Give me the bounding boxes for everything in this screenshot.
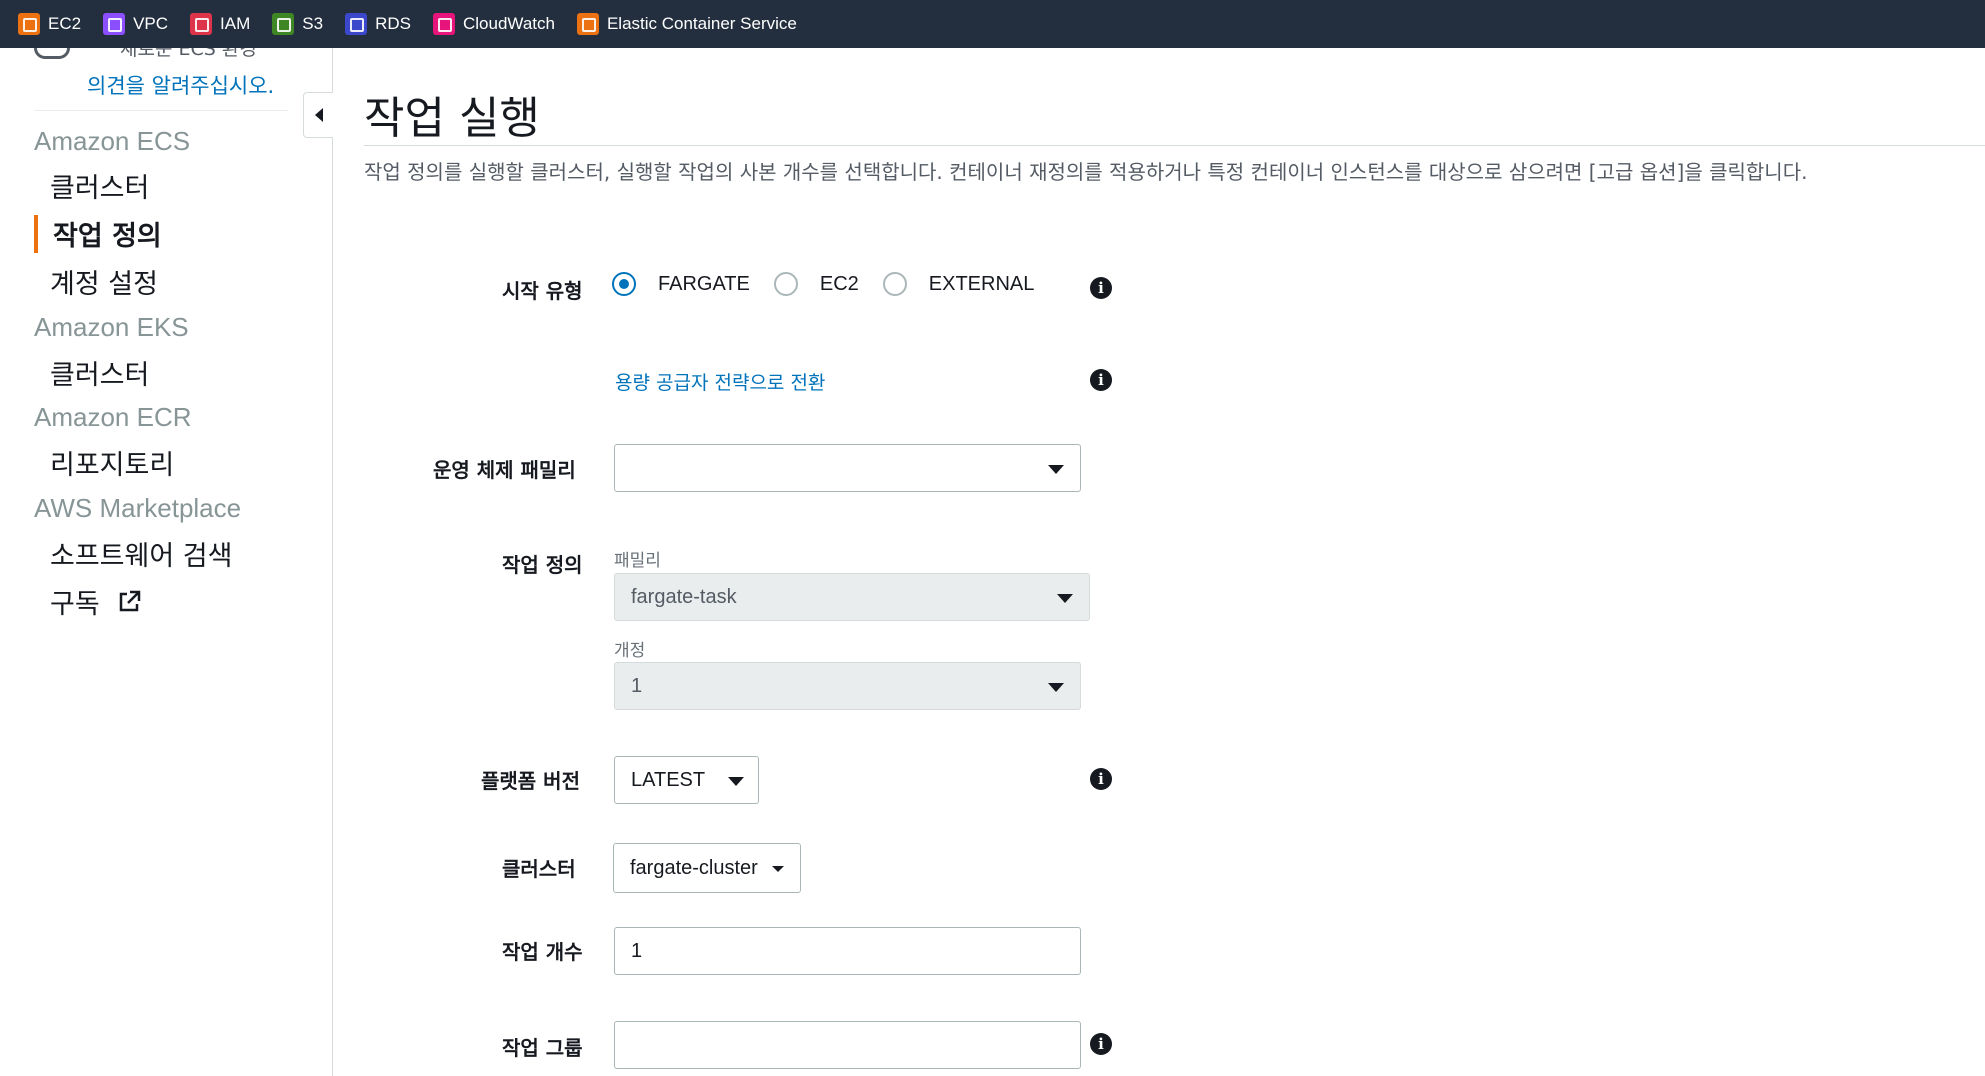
sidebar-item-repositories[interactable]: 리포지토리	[50, 443, 174, 482]
chevron-down-icon	[1057, 594, 1073, 603]
info-icon[interactable]: i	[1090, 768, 1112, 790]
sidebar-section-amazon-ecs: Amazon ECS	[34, 126, 191, 156]
divider	[364, 145, 1985, 146]
service-shortcut-rds[interactable]: RDS	[345, 13, 411, 35]
sidebar-item-account-settings[interactable]: 계정 설정	[50, 262, 158, 301]
sidebar-item-subscriptions[interactable]: 구독	[50, 582, 142, 622]
task-definition-label: 작업 정의	[502, 553, 583, 577]
sidebar-item-discover-software[interactable]: 소프트웨어 검색	[50, 534, 232, 573]
service-shortcut-bar: EC2 VPC IAM S3 RDS CloudWatch Elastic Co…	[0, 0, 1985, 48]
select-value: 1	[631, 675, 643, 697]
task-count-input[interactable]	[614, 927, 1081, 975]
divider	[34, 110, 288, 111]
revision-sublabel: 개정	[614, 641, 646, 661]
service-shortcut-iam[interactable]: IAM	[190, 13, 250, 35]
chevron-down-icon	[728, 777, 744, 786]
os-family-label: 운영 체제 패밀리	[433, 458, 576, 482]
sidebar-section-amazon-eks: Amazon EKS	[34, 312, 189, 342]
s3-icon	[272, 13, 295, 35]
chevron-down-icon	[1048, 465, 1064, 474]
sidebar-section-aws-marketplace: AWS Marketplace	[34, 493, 242, 523]
service-shortcut-ecs[interactable]: Elastic Container Service	[576, 13, 797, 35]
cloudwatch-icon	[432, 13, 455, 35]
select-value: fargate-task	[631, 586, 737, 608]
service-label: IAM	[220, 14, 251, 33]
radio-label-external: EXTERNAL	[928, 272, 1035, 295]
radio-external[interactable]	[882, 272, 907, 296]
active-indicator	[34, 215, 38, 253]
service-shortcut-ec2[interactable]: EC2	[18, 13, 81, 35]
external-link-icon	[116, 589, 142, 622]
cluster-label: 클러스터	[502, 857, 576, 881]
cluster-select[interactable]: fargate-cluster	[613, 843, 801, 893]
page-title: 작업 실행	[364, 93, 540, 144]
family-sublabel: 패밀리	[614, 551, 661, 571]
chevron-down-icon	[772, 866, 784, 872]
service-shortcut-vpc[interactable]: VPC	[103, 13, 168, 35]
select-value: fargate-cluster	[630, 857, 758, 879]
service-shortcut-s3[interactable]: S3	[272, 13, 323, 35]
service-label: RDS	[375, 14, 411, 33]
task-count-label: 작업 개수	[502, 940, 583, 964]
feedback-link[interactable]: 의견을 알려주십시오.	[87, 70, 274, 100]
info-icon[interactable]: i	[1090, 369, 1112, 391]
radio-label-fargate: FARGATE	[658, 272, 750, 295]
service-label: CloudWatch	[462, 14, 555, 33]
sidebar-item-eks-clusters[interactable]: 클러스터	[50, 353, 149, 392]
service-label: S3	[302, 14, 324, 33]
launch-type-label: 시작 유형	[502, 279, 583, 303]
caret-left-icon	[314, 108, 323, 122]
sidebar-section-amazon-ecr: Amazon ECR	[34, 402, 192, 432]
iam-icon	[190, 13, 213, 35]
new-experience-toggle[interactable]	[34, 48, 70, 59]
ec2-icon	[18, 13, 40, 35]
service-label: VPC	[133, 14, 169, 33]
task-group-input[interactable]	[614, 1021, 1081, 1069]
service-label: EC2	[48, 14, 82, 33]
task-group-label: 작업 그룹	[502, 1036, 583, 1060]
platform-version-label: 플랫폼 버전	[481, 769, 580, 793]
rds-icon	[345, 13, 368, 35]
chevron-down-icon	[1048, 683, 1064, 692]
radio-fargate[interactable]	[612, 272, 636, 296]
page-description: 작업 정의를 실행할 클러스터, 실행할 작업의 사본 개수를 선택합니다. 컨…	[364, 160, 1808, 184]
service-label: Elastic Container Service	[606, 14, 797, 33]
select-value: LATEST	[631, 769, 706, 791]
radio-label-ec2: EC2	[819, 272, 859, 295]
radio-ec2[interactable]	[773, 272, 798, 296]
sidebar-item-task-definitions[interactable]: 작업 정의	[53, 214, 162, 253]
collapse-sidebar-button[interactable]	[303, 92, 333, 138]
task-revision-select[interactable]: 1	[614, 662, 1081, 710]
task-family-select[interactable]: fargate-task	[614, 573, 1090, 621]
sidebar-item-clusters[interactable]: 클러스터	[50, 166, 149, 205]
sidebar-item-label: 구독	[50, 589, 100, 620]
toggle-label: 새로운 ECS 환경	[120, 48, 257, 60]
info-icon[interactable]: i	[1090, 277, 1112, 299]
capacity-provider-strategy-link[interactable]: 용량 공급자 전략으로 전환	[615, 368, 825, 395]
launch-type-radio-group: FARGATE EC2 EXTERNAL	[612, 272, 1058, 296]
sidebar: 새로운 ECS 환경 의견을 알려주십시오. Amazon ECS 클러스터 작…	[0, 48, 333, 1076]
platform-version-select[interactable]: LATEST	[614, 756, 759, 804]
info-icon[interactable]: i	[1090, 1033, 1112, 1055]
new-experience-toggle-row: 새로운 ECS 환경	[34, 48, 257, 61]
service-shortcut-cloudwatch[interactable]: CloudWatch	[432, 13, 555, 35]
os-family-select[interactable]	[614, 444, 1081, 492]
vpc-icon	[103, 13, 126, 35]
ecs-icon	[576, 13, 599, 35]
